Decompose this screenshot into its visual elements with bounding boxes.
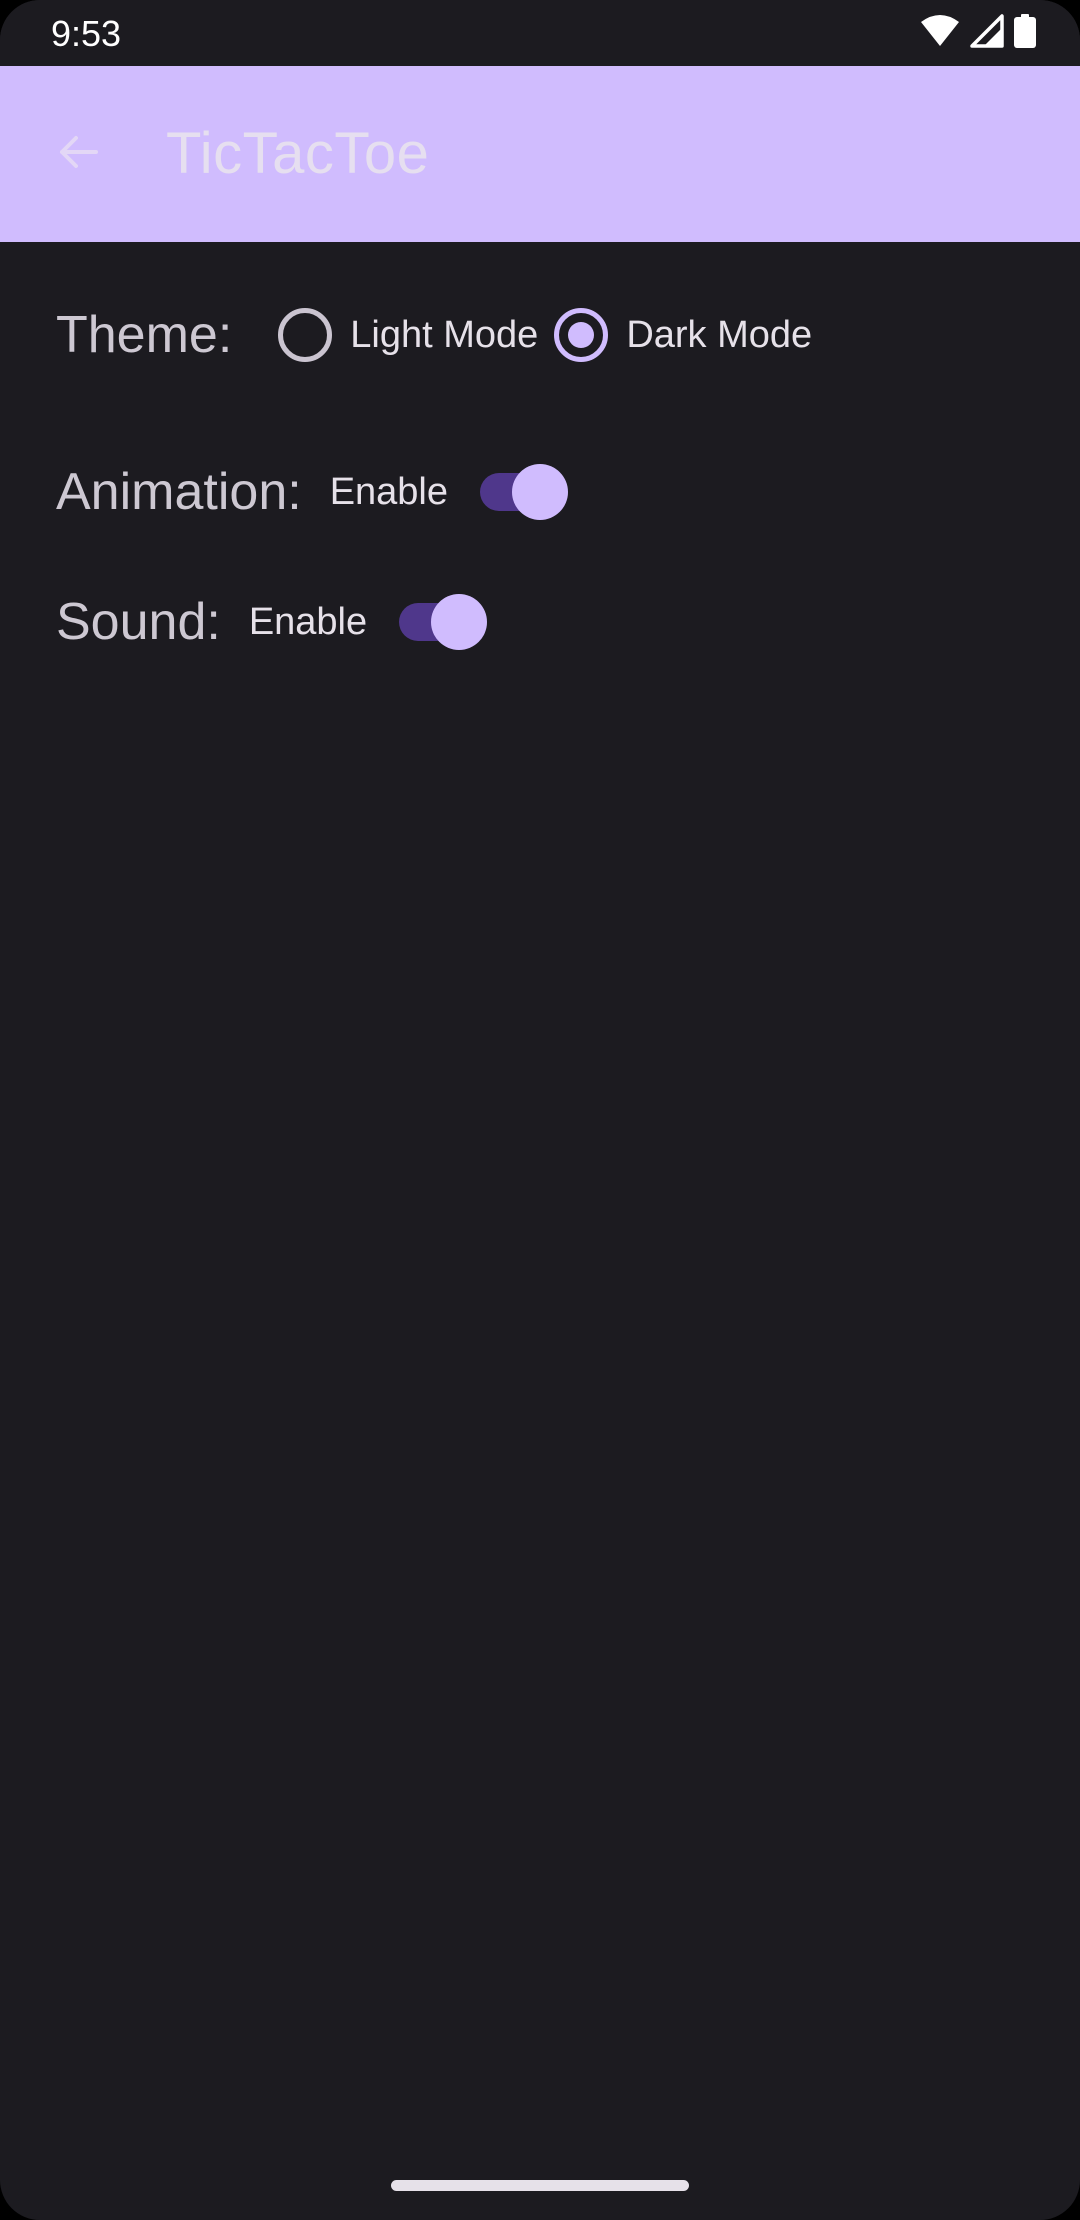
animation-setting-row: Animation: Enable <box>56 462 569 522</box>
sound-label: Sound: <box>56 593 221 651</box>
light-mode-radio[interactable] <box>278 308 333 362</box>
animation-switch[interactable] <box>480 464 569 520</box>
arrow-back-icon <box>56 130 100 179</box>
theme-setting-row: Theme: Light Mode Dark Mode <box>56 305 812 365</box>
theme-label: Theme: <box>56 306 233 364</box>
switch-thumb <box>431 594 488 650</box>
sound-setting-row: Sound: Enable <box>56 592 488 652</box>
radio-selected-dot <box>568 322 595 348</box>
battery-icon <box>1014 13 1036 53</box>
status-time: 9:53 <box>51 13 122 54</box>
light-mode-label: Light Mode <box>350 314 539 356</box>
status-icons <box>920 13 1036 53</box>
switch-thumb <box>512 464 569 520</box>
cellular-signal-icon <box>970 13 1004 53</box>
dark-mode-label: Dark Mode <box>626 314 813 356</box>
sound-enable-label: Enable <box>248 601 368 643</box>
light-mode-option[interactable]: Light Mode <box>278 308 538 362</box>
top-app-bar: TicTacToe <box>0 66 1080 242</box>
settings-screen: 9:53 TicTacToe Theme: Light Mode Dark Mo… <box>0 0 1080 2220</box>
sound-switch[interactable] <box>399 594 488 650</box>
gesture-nav-handle[interactable] <box>391 2180 689 2191</box>
back-button[interactable] <box>40 116 116 192</box>
dark-mode-option[interactable]: Dark Mode <box>554 308 812 362</box>
wifi-icon <box>920 14 960 53</box>
animation-enable-label: Enable <box>329 471 449 513</box>
animation-label: Animation: <box>56 463 302 521</box>
status-bar: 9:53 <box>0 0 1080 66</box>
app-title: TicTacToe <box>166 121 430 186</box>
dark-mode-radio[interactable] <box>554 308 609 362</box>
